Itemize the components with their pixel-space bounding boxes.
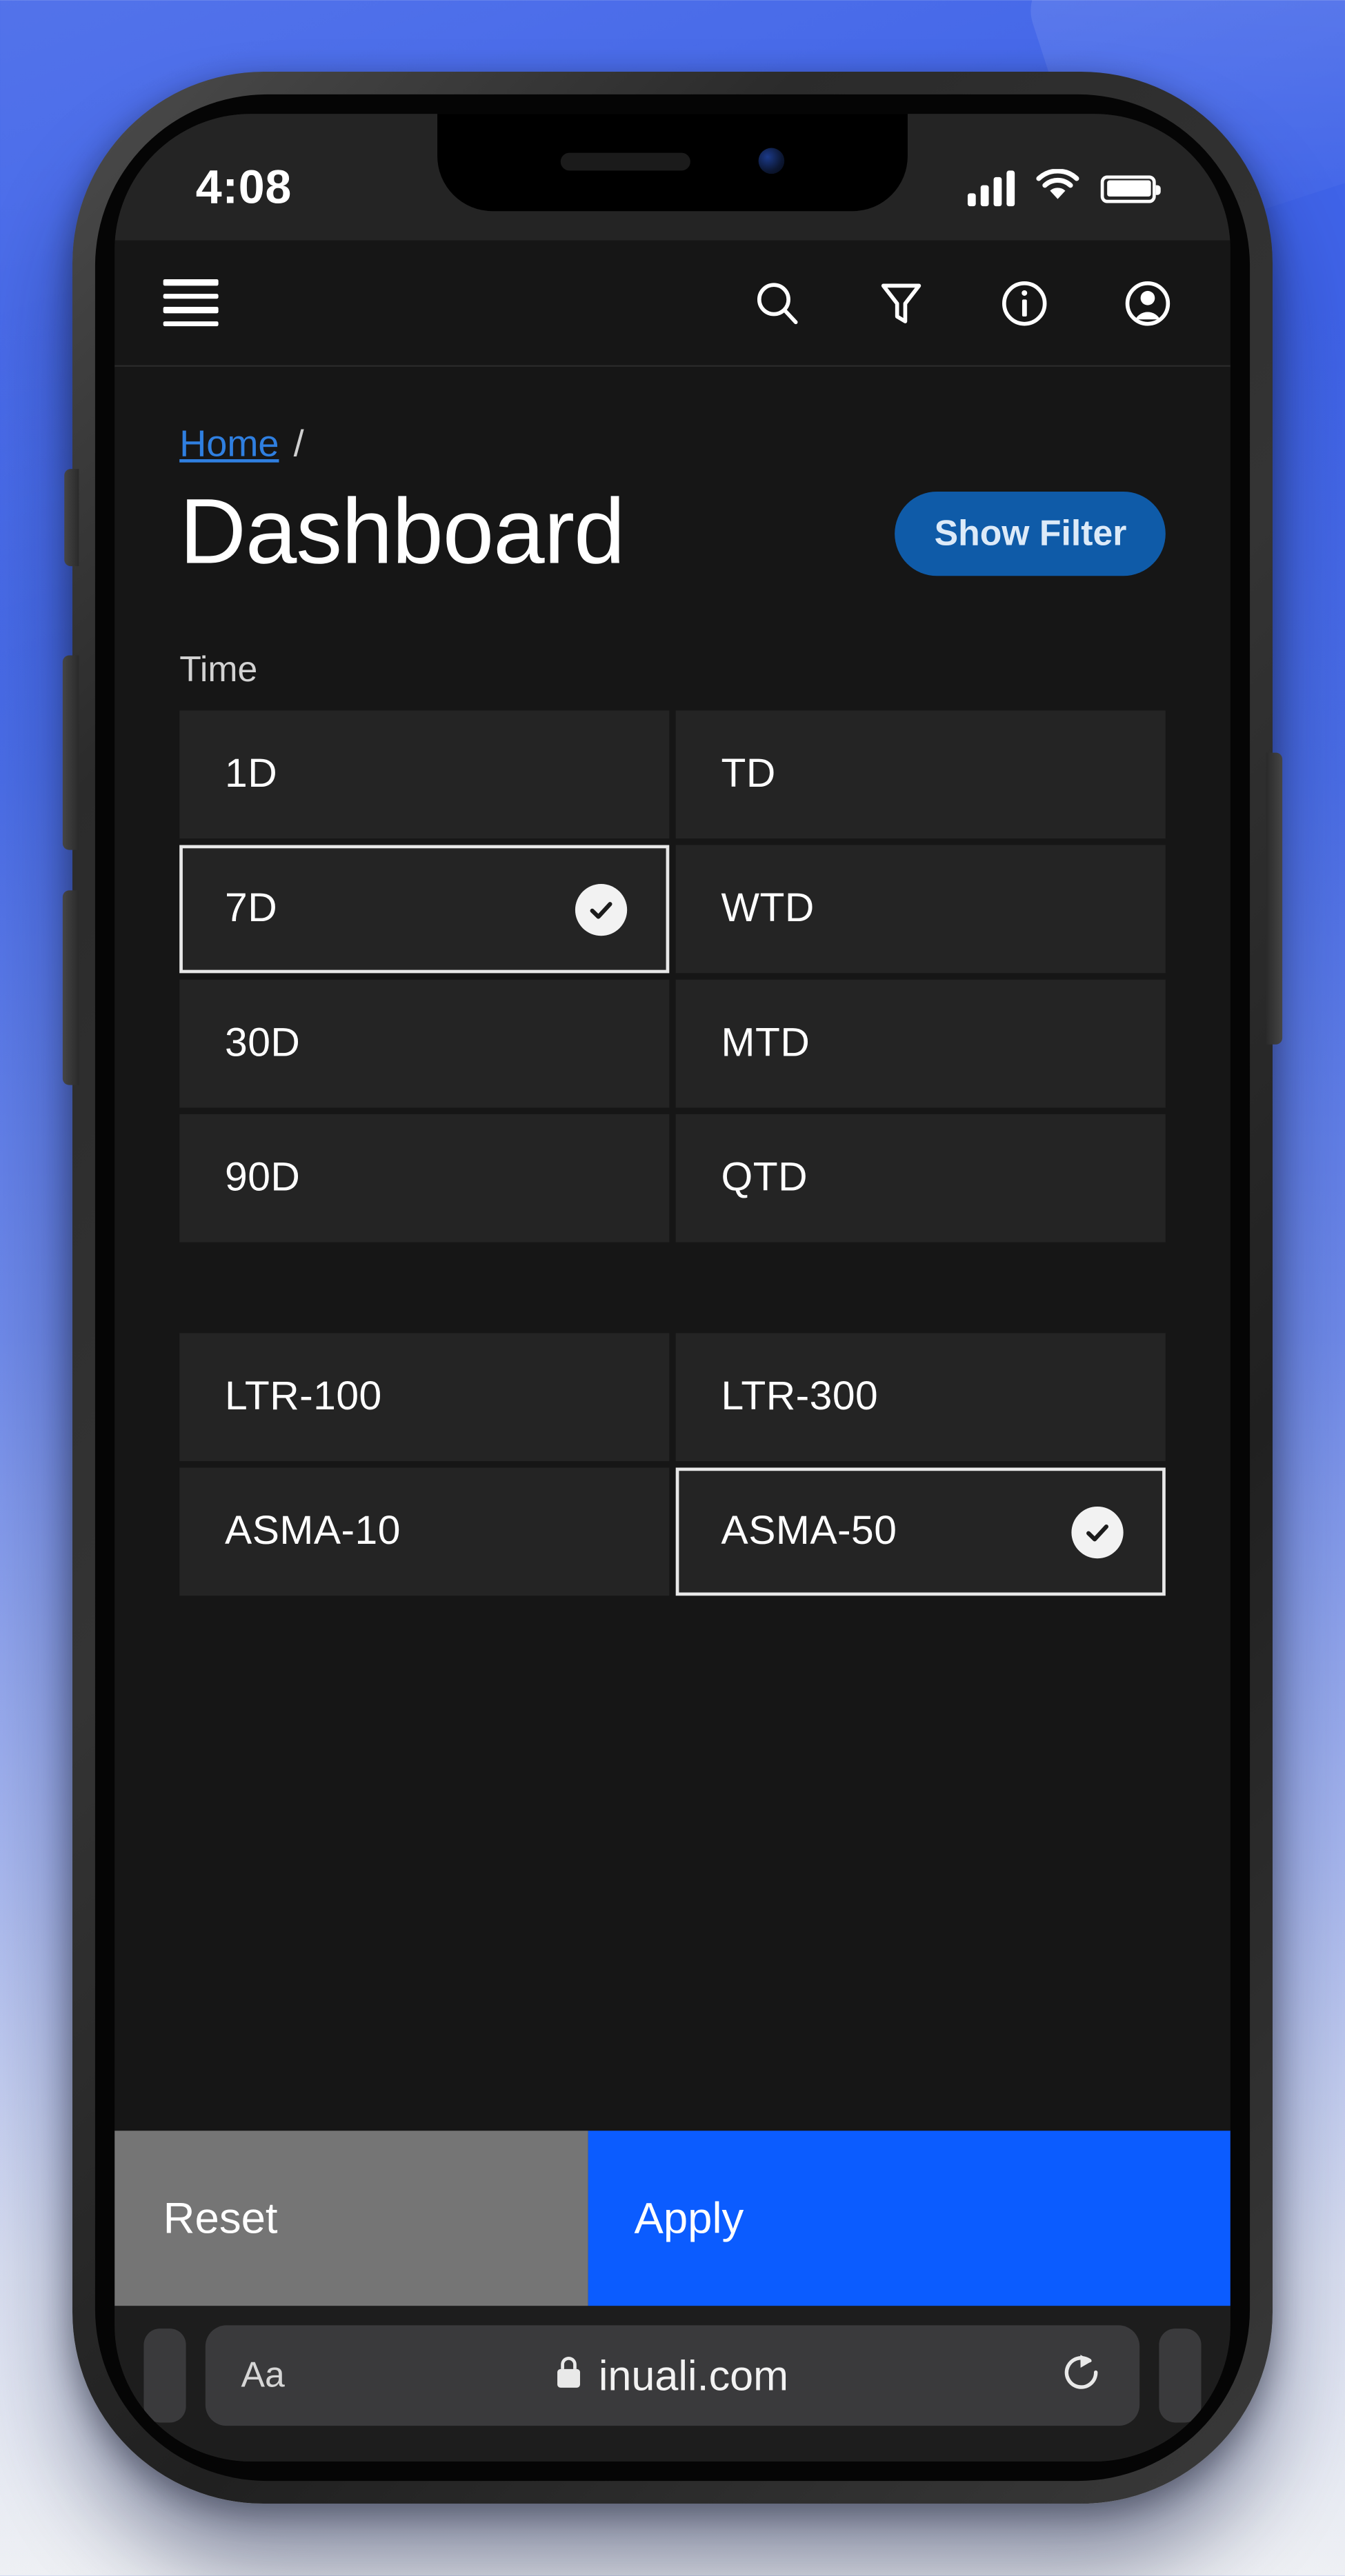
url-bar[interactable]: Aa inuali.com xyxy=(205,2326,1140,2427)
content-spacer xyxy=(114,1596,1231,2132)
filter-option-asma-50[interactable]: ASMA-50 xyxy=(675,1468,1166,1597)
breadcrumb: Home / xyxy=(114,367,1231,465)
status-bar: 4:08 xyxy=(114,114,1231,241)
search-icon[interactable] xyxy=(750,276,806,331)
filter-option-label: ASMA-10 xyxy=(225,1509,401,1555)
filter-option-label: 7D xyxy=(225,886,278,932)
status-bar-indicators xyxy=(967,168,1161,209)
filter-option-90d[interactable]: 90D xyxy=(179,1114,670,1243)
metric-filter-grid: LTR-100 LTR-300 ASMA-10 ASMA-50 xyxy=(114,1334,1231,1597)
cellular-signal-icon xyxy=(967,170,1015,207)
filter-option-label: 90D xyxy=(225,1155,301,1201)
show-filter-button[interactable]: Show Filter xyxy=(895,491,1166,576)
filter-option-label: 1D xyxy=(225,752,278,798)
reset-button[interactable]: Reset xyxy=(114,2131,589,2307)
app-header xyxy=(114,241,1231,368)
volume-down-button[interactable] xyxy=(62,890,79,1086)
filter-option-qtd[interactable]: QTD xyxy=(675,1114,1166,1243)
url-bar-row: Aa inuali.com xyxy=(114,2326,1231,2427)
check-icon xyxy=(575,883,628,936)
phone-device: 4:08 Home / Dashboard Show Filter Time 1… xyxy=(62,72,1283,2504)
filter-option-wtd[interactable]: WTD xyxy=(675,845,1166,974)
filter-option-td[interactable]: TD xyxy=(675,711,1166,840)
filter-option-ltr-300[interactable]: LTR-300 xyxy=(675,1334,1166,1462)
device-notch xyxy=(437,114,908,212)
wifi-icon xyxy=(1036,168,1079,209)
filter-option-30d[interactable]: 30D xyxy=(179,980,670,1109)
filter-group-spacer xyxy=(114,1243,1231,1334)
browser-toolbar xyxy=(114,2426,1231,2462)
check-icon xyxy=(1071,1506,1124,1559)
apply-button[interactable]: Apply xyxy=(588,2131,1231,2307)
mute-switch[interactable] xyxy=(64,469,79,567)
filter-option-label: 30D xyxy=(225,1020,301,1067)
earpiece-speaker xyxy=(560,152,690,170)
info-icon[interactable] xyxy=(997,276,1052,331)
filter-option-asma-10[interactable]: ASMA-10 xyxy=(179,1468,670,1597)
filter-option-ltr-100[interactable]: LTR-100 xyxy=(179,1334,670,1462)
time-filter-label: Time xyxy=(179,650,258,690)
filter-icon[interactable] xyxy=(874,276,929,331)
filter-option-label: MTD xyxy=(721,1020,810,1067)
reload-icon[interactable] xyxy=(1059,2350,1104,2404)
status-bar-time: 4:08 xyxy=(195,161,292,214)
filter-option-label: WTD xyxy=(721,886,815,932)
filter-option-label: LTR-100 xyxy=(225,1374,382,1420)
page-title: Dashboard xyxy=(179,481,625,585)
filter-option-label: QTD xyxy=(721,1155,808,1201)
filter-option-1d[interactable]: 1D xyxy=(179,711,670,840)
text-size-button[interactable]: Aa xyxy=(241,2355,285,2397)
filter-option-7d[interactable]: 7D xyxy=(179,845,670,974)
time-filter-grid: 1D TD 7D WTD 30D MTD 90D QTD xyxy=(114,711,1231,1243)
hamburger-menu-icon[interactable] xyxy=(163,279,219,327)
account-icon[interactable] xyxy=(1120,276,1175,331)
filter-option-label: LTR-300 xyxy=(721,1374,879,1420)
previous-tab-edge[interactable] xyxy=(143,2329,186,2424)
filter-action-bar: Reset Apply xyxy=(114,2131,1231,2307)
page-title-row: Dashboard Show Filter xyxy=(114,466,1231,592)
battery-icon xyxy=(1100,174,1161,203)
browser-chrome: Aa inuali.com xyxy=(114,2306,1231,2462)
filter-option-label: TD xyxy=(721,752,776,798)
breadcrumb-separator: / xyxy=(293,422,304,465)
app-header-actions xyxy=(750,276,1175,331)
filter-option-mtd[interactable]: MTD xyxy=(675,980,1166,1109)
page-content: Home / Dashboard Show Filter Time 1D TD 7D W… xyxy=(114,367,1231,2132)
next-tab-edge[interactable] xyxy=(1159,2329,1202,2424)
url-text: inuali.com xyxy=(598,2351,789,2400)
url-display: inuali.com xyxy=(285,2351,1059,2402)
power-button[interactable] xyxy=(1266,753,1283,1045)
filter-option-label: ASMA-50 xyxy=(721,1509,897,1555)
front-camera xyxy=(758,148,785,174)
volume-up-button[interactable] xyxy=(62,655,79,851)
phone-screen: 4:08 Home / Dashboard Show Filter Time 1… xyxy=(114,114,1231,2462)
breadcrumb-home-link[interactable]: Home xyxy=(179,422,279,464)
lock-icon xyxy=(555,2355,584,2398)
